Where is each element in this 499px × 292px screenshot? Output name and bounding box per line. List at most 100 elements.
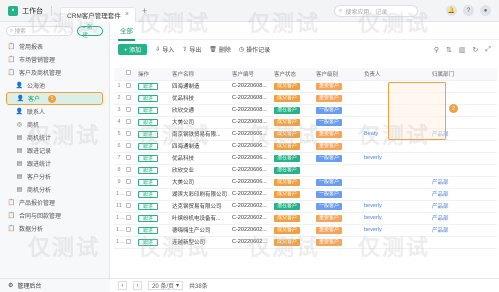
follow-up-button[interactable]: 跟进 bbox=[138, 82, 159, 90]
row-checkbox[interactable] bbox=[126, 178, 131, 184]
export-button[interactable]: ⇧ 导出 bbox=[182, 45, 201, 54]
row-checkbox[interactable] bbox=[126, 130, 131, 136]
sidebar-item[interactable]: 👤 客户 1 bbox=[6, 92, 103, 105]
sidebar-item[interactable]: ▤ 客户分析 bbox=[0, 170, 109, 183]
column-header[interactable]: 客户级别 bbox=[314, 68, 362, 81]
owner-cell[interactable] bbox=[362, 188, 420, 201]
table-row[interactable]: 13 跟进 德嗨嗨生产公司 C-20220602... 成交客户 重要客户 beverly 产… bbox=[114, 224, 497, 237]
follow-up-button[interactable]: 跟进 bbox=[138, 178, 159, 186]
app-logo-icon[interactable]: ▪ bbox=[8, 5, 18, 16]
row-checkbox[interactable] bbox=[126, 154, 131, 160]
table-row[interactable]: 8 跟进 欣欣交业 C-20220606... 潜在客户 bbox=[114, 164, 497, 177]
department-cell[interactable] bbox=[430, 152, 497, 165]
owner-cell[interactable] bbox=[362, 140, 420, 153]
row-checkbox[interactable] bbox=[126, 118, 131, 124]
app-title[interactable]: 工作台 bbox=[22, 6, 43, 16]
follow-up-button[interactable]: 跟进 bbox=[138, 190, 159, 198]
next-page-button[interactable]: › bbox=[133, 281, 142, 290]
owner-cell[interactable]: beverly bbox=[362, 224, 420, 237]
row-checkbox[interactable] bbox=[126, 94, 131, 100]
customer-name[interactable]: 欣欣交通 bbox=[170, 104, 230, 117]
department-cell[interactable]: 产品部 bbox=[430, 188, 497, 201]
table-row[interactable]: 14 跟进 连越新型公司 C-20220602... 成交客户 重要客户 bbox=[114, 236, 497, 249]
owner-cell[interactable] bbox=[362, 236, 420, 249]
fullscreen-icon[interactable]: ⤢ bbox=[485, 46, 491, 54]
admin-backend-link[interactable]: ⚙ 管理后台 bbox=[0, 278, 110, 292]
sidebar-item[interactable]: 📋 合同与回款管理 bbox=[0, 209, 109, 222]
table-row[interactable]: 10 跟进 湖滨大彩印刷有限公司 C-20220602... 成交客户 一般客户 产品部 bbox=[114, 188, 497, 201]
row-checkbox[interactable] bbox=[126, 106, 131, 112]
department-cell[interactable] bbox=[430, 236, 497, 249]
owner-cell[interactable]: beverly bbox=[362, 152, 420, 165]
follow-up-button[interactable]: 跟进 bbox=[138, 94, 159, 102]
global-search-input[interactable]: ⌕ 搜索应用、记录 bbox=[334, 5, 418, 17]
customer-name[interactable]: 达克钢贸易有限公司 bbox=[170, 200, 230, 213]
row-checkbox[interactable] bbox=[126, 226, 131, 232]
sidebar-item[interactable]: ◎ 商机 bbox=[0, 118, 109, 131]
follow-up-button[interactable]: 跟进 bbox=[138, 226, 159, 234]
row-checkbox[interactable] bbox=[126, 214, 131, 220]
add-button[interactable]: + 添加 bbox=[118, 43, 148, 55]
column-header[interactable] bbox=[420, 68, 430, 81]
customer-name[interactable]: 大美公司 bbox=[170, 176, 230, 189]
customer-name[interactable]: 叶缤纷机电设备有... bbox=[170, 212, 230, 225]
row-checkbox[interactable] bbox=[126, 238, 131, 244]
department-cell[interactable]: 产品部 bbox=[430, 224, 497, 237]
prev-page-button[interactable]: ‹ bbox=[118, 281, 127, 290]
owner-cell[interactable] bbox=[362, 176, 420, 189]
tab-crm-suite[interactable]: CRM客户管理套件 × bbox=[60, 6, 136, 22]
tab-all[interactable]: 全部 bbox=[118, 21, 135, 41]
table-row[interactable]: 11 跟进 达克钢贸易有限公司 C-20220602... 潜在客户 一般客户 beverl… bbox=[114, 200, 497, 213]
row-checkbox[interactable] bbox=[126, 202, 131, 208]
customer-name[interactable]: 四海通制造 bbox=[170, 140, 230, 153]
customer-name[interactable]: 大美公司 bbox=[170, 116, 230, 129]
sidebar-item[interactable]: 📋 市场营销管理 bbox=[0, 53, 109, 66]
sidebar-item[interactable]: ▤ 商机统计 bbox=[0, 131, 109, 144]
department-cell[interactable]: 产品部 bbox=[430, 200, 497, 213]
sidebar-item[interactable]: ▤ 商机分析 bbox=[0, 183, 109, 196]
sidebar-item[interactable]: ▤ 跟进记录 bbox=[0, 144, 109, 157]
column-header[interactable]: 操作 bbox=[136, 68, 170, 81]
follow-up-button[interactable]: 跟进 bbox=[138, 202, 159, 210]
sidebar-item[interactable]: 📋 常用报表 bbox=[0, 40, 109, 53]
owner-cell[interactable]: beverly bbox=[362, 212, 420, 225]
follow-up-button[interactable]: 跟进 bbox=[138, 106, 159, 114]
column-header[interactable]: 客户名称 bbox=[170, 68, 230, 81]
customer-name[interactable]: 德嗨嗨生产公司 bbox=[170, 224, 230, 237]
owner-cell[interactable]: beverly bbox=[362, 200, 420, 213]
sidebar-item[interactable]: 👤 公海池 bbox=[0, 79, 109, 92]
column-header[interactable]: 归属部门 bbox=[430, 68, 497, 81]
follow-up-button[interactable]: 跟进 bbox=[138, 118, 159, 126]
follow-up-button[interactable]: 跟进 bbox=[138, 238, 159, 246]
customer-name[interactable]: 优品科技 bbox=[170, 92, 230, 105]
column-settings-icon[interactable]: ▥ bbox=[459, 46, 466, 54]
table-row[interactable]: 12 跟进 叶缤纷机电设备有... C-20220602... 成交客户 重要客户 beve… bbox=[114, 212, 497, 225]
sidebar-item[interactable]: 📋 数据分析 bbox=[0, 222, 109, 235]
sort-icon[interactable]: ⇅ bbox=[446, 46, 452, 54]
close-icon[interactable]: × bbox=[125, 11, 129, 18]
column-header[interactable]: 客户编号 bbox=[230, 68, 272, 81]
column-header[interactable]: 负责人 bbox=[362, 68, 420, 81]
table-row[interactable]: 6 跟进 四海通制造 C-20220606... 成交客户 重要客户 bbox=[114, 140, 497, 153]
sidebar-search-input[interactable]: ⌕ 搜索 bbox=[6, 26, 74, 36]
select-all-checkbox[interactable] bbox=[126, 70, 131, 76]
customer-name[interactable]: 优品科技 bbox=[170, 152, 230, 165]
delete-button[interactable]: 🗑 删除 bbox=[209, 45, 231, 54]
row-checkbox[interactable] bbox=[126, 166, 131, 172]
row-checkbox[interactable] bbox=[126, 82, 131, 88]
column-header[interactable]: 客户状态 bbox=[272, 68, 314, 81]
follow-up-button[interactable]: 跟进 bbox=[138, 154, 159, 162]
customer-name[interactable]: 欣欣交业 bbox=[170, 164, 230, 177]
owner-cell[interactable] bbox=[362, 164, 420, 177]
page-size-select[interactable]: 20 条/页 ▾ bbox=[148, 281, 184, 290]
notification-icon[interactable]: 🔔 bbox=[446, 5, 457, 16]
avatar[interactable]: ● bbox=[480, 5, 491, 16]
customer-name[interactable]: 湖滨大彩印刷有限公司 bbox=[170, 188, 230, 201]
sidebar-item[interactable]: ▤ 跟进统计 bbox=[0, 157, 109, 170]
customer-name[interactable]: 南京钢铁贸易有限... bbox=[170, 128, 230, 141]
row-checkbox[interactable] bbox=[126, 190, 131, 196]
filter-icon[interactable]: ⚲ bbox=[434, 46, 439, 54]
add-tab-icon[interactable]: + bbox=[142, 6, 147, 16]
import-button[interactable]: ⇩ 导入 bbox=[155, 45, 174, 54]
row-checkbox[interactable] bbox=[126, 142, 131, 148]
